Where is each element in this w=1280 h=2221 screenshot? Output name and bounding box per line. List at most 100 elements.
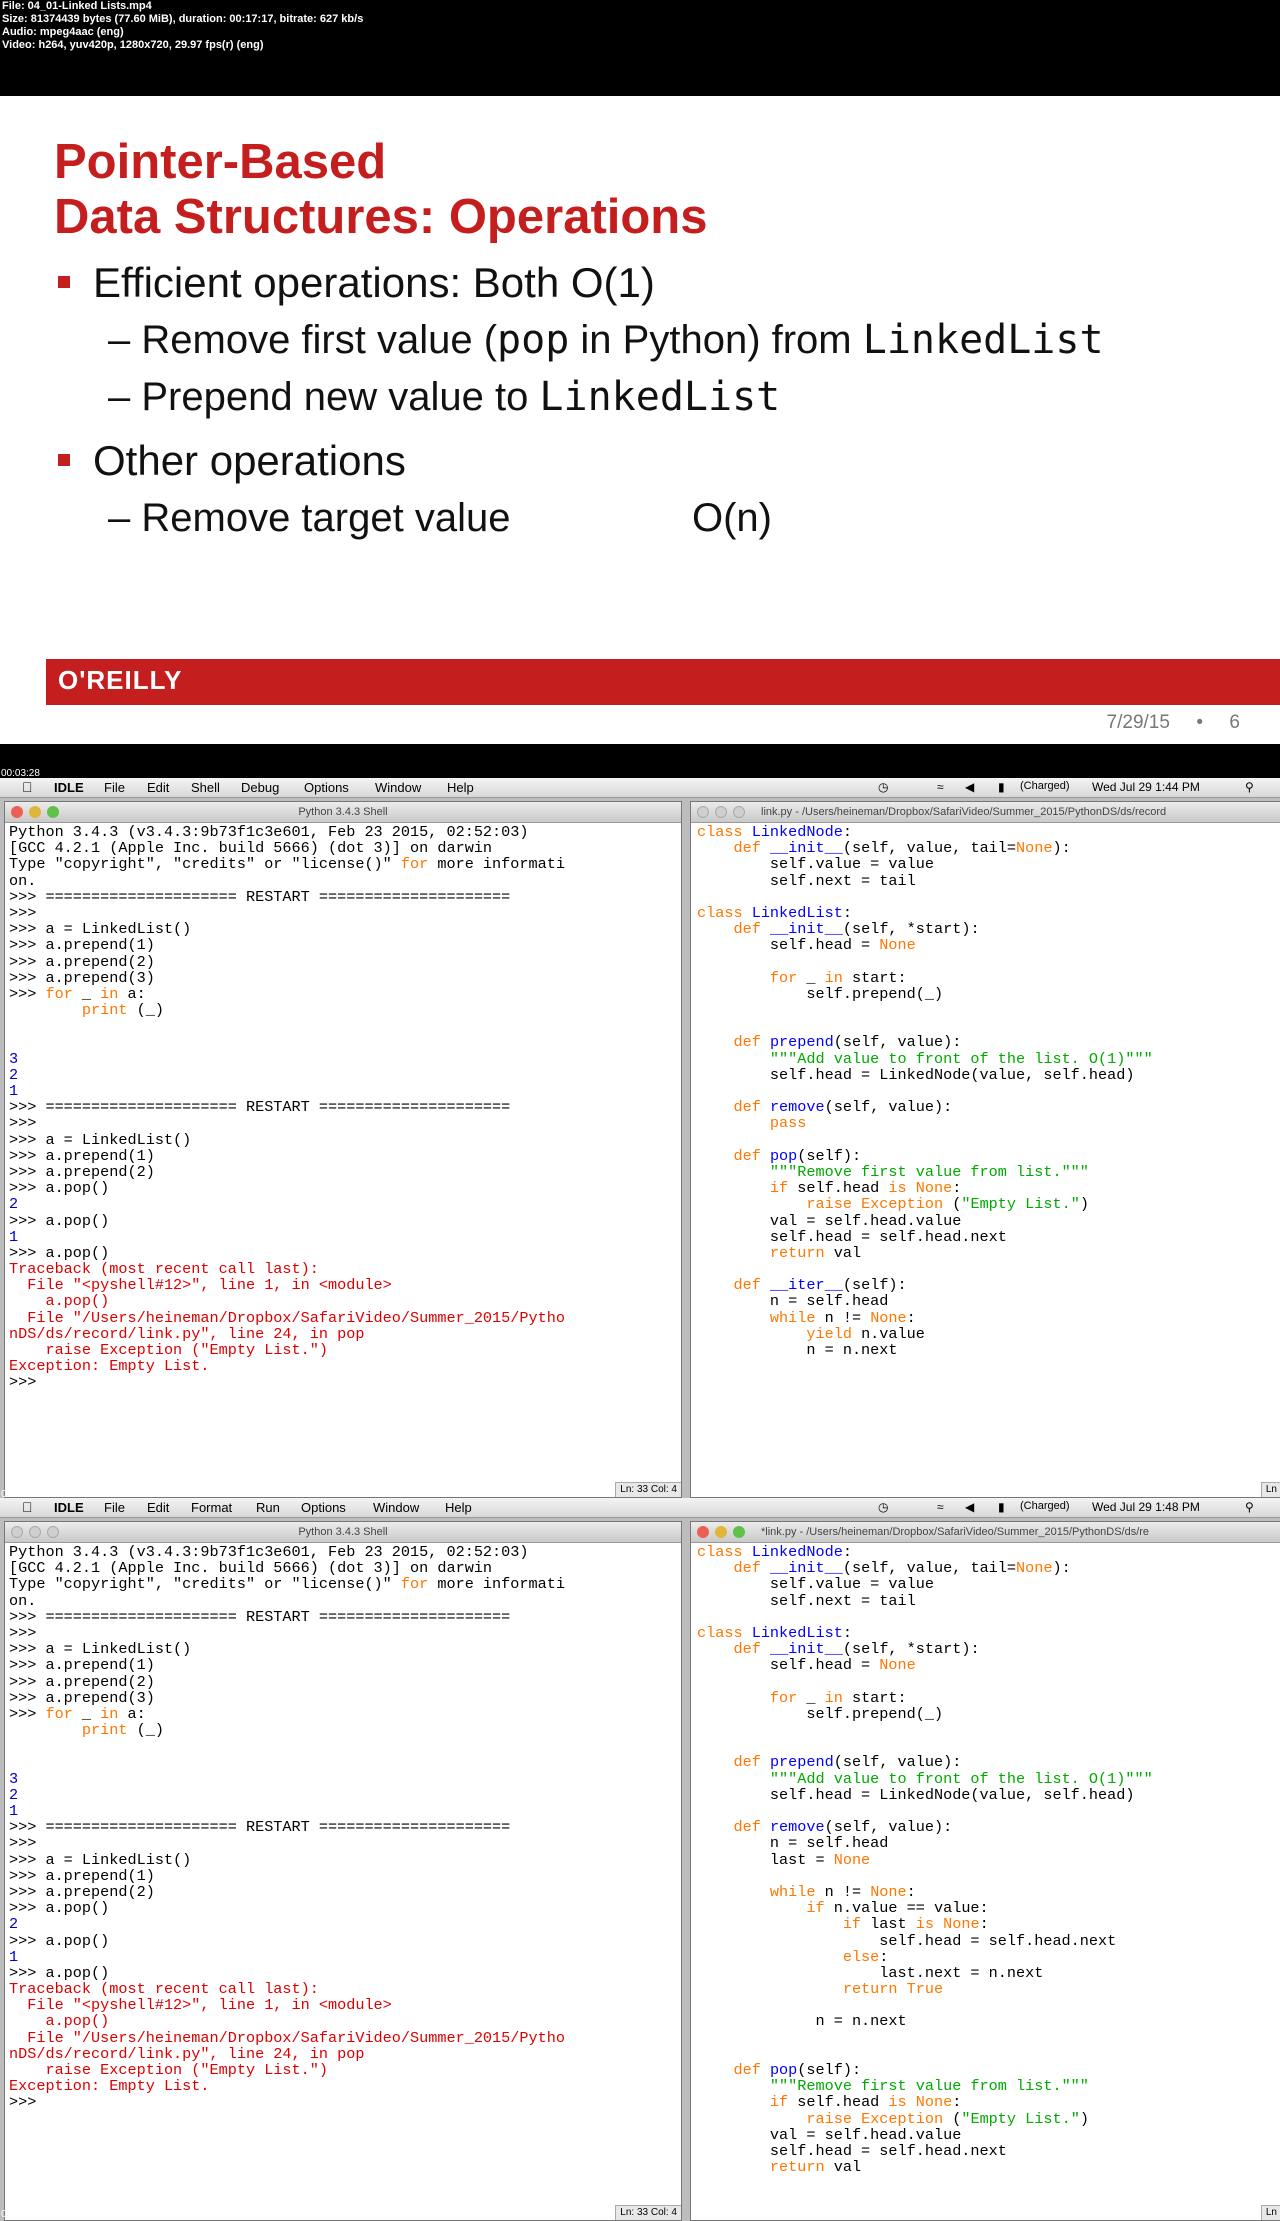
close-icon[interactable] xyxy=(11,1526,23,1538)
menubar-clock[interactable]: Wed Jul 29 1:44 PM xyxy=(1092,780,1200,794)
menu-options[interactable]: Options xyxy=(304,780,349,795)
editor-titlebar[interactable]: *link.py - /Users/heineman/Dropbox/Safar… xyxy=(691,1522,1280,1543)
code-line: >>> a.prepend(2) xyxy=(9,1672,155,1691)
menu-help[interactable]: Help xyxy=(445,1500,472,1515)
window-title: Python 3.4.3 Shell xyxy=(298,806,388,818)
code-line: >>> xyxy=(9,2093,46,2112)
zoom-icon[interactable] xyxy=(47,1526,59,1538)
battery-status[interactable]: (Charged) xyxy=(1020,780,1070,792)
zoom-icon[interactable] xyxy=(47,806,59,818)
code-line: on. xyxy=(9,1591,37,1610)
code-line: File "/Users/heineman/Dropbox/SafariVide… xyxy=(9,2028,565,2047)
spotlight-icon[interactable]: ⚲ xyxy=(1245,1500,1254,1514)
battery-status[interactable]: (Charged) xyxy=(1020,1500,1070,1512)
shell-text[interactable]: Python 3.4.3 (v3.4.3:9b73f1c3e601, Feb 2… xyxy=(9,1544,679,2111)
code-line: >>> a.prepend(1) xyxy=(9,1146,155,1165)
code-line: def remove(self, value): xyxy=(733,1098,953,1117)
code-line: if self.head is None: xyxy=(769,2093,962,2112)
code-line: Type "copyright", "credits" or "license(… xyxy=(9,855,565,874)
code-line: >>> a.pop() xyxy=(9,1963,110,1982)
code-line: >>> a.pop() xyxy=(9,1211,110,1230)
code-line: def __iter__(self): xyxy=(733,1276,907,1295)
menu-idle[interactable]: IDLE xyxy=(54,1500,84,1515)
video-timestamp: 00:13:49 xyxy=(1,2209,40,2220)
editor-text[interactable]: class LinkedNode: def __init__(self, val… xyxy=(697,824,1280,1358)
zoom-icon[interactable] xyxy=(733,1526,745,1538)
shell-window[interactable]: Python 3.4.3 Shell Python 3.4.3 (v3.4.3:… xyxy=(4,1521,682,2221)
apple-menu-icon[interactable]:  xyxy=(22,1499,33,1515)
slide-title-line2: Data Structures: Operations xyxy=(54,190,708,244)
minimize-icon[interactable] xyxy=(715,1526,727,1538)
menu-run[interactable]: Run xyxy=(256,1500,280,1515)
sub-bullet-2-1: – Remove target value xyxy=(108,493,510,543)
code-line: Type "copyright", "credits" or "license(… xyxy=(9,1575,565,1594)
battery-icon[interactable]: ▮ xyxy=(998,780,1005,794)
code-line: >>> xyxy=(9,903,46,922)
battery-icon[interactable]: ▮ xyxy=(998,1500,1005,1514)
menu-help[interactable]: Help xyxy=(447,780,474,795)
close-icon[interactable] xyxy=(697,1526,709,1538)
menu-shell[interactable]: Shell xyxy=(191,780,220,795)
editor-titlebar[interactable]: link.py - /Users/heineman/Dropbox/Safari… xyxy=(691,802,1280,823)
shell-text[interactable]: Python 3.4.3 (v3.4.3:9b73f1c3e601, Feb 2… xyxy=(9,824,679,1391)
bullet-1: Efficient operations: Both O(1) xyxy=(93,259,655,306)
code-line: 2 xyxy=(9,1065,19,1084)
apple-menu-icon[interactable]:  xyxy=(22,779,33,795)
oreilly-logo: O'REILLY xyxy=(58,665,183,695)
menu-debug[interactable]: Debug xyxy=(241,780,279,795)
code-line: [GCC 4.2.1 (Apple Inc. build 5666) (dot … xyxy=(9,1559,493,1578)
code-line: class LinkedList: xyxy=(697,903,852,922)
shell-window[interactable]: Python 3.4.3 Shell Python 3.4.3 (v3.4.3:… xyxy=(4,801,682,1498)
menu-file[interactable]: File xyxy=(104,1500,125,1515)
code-line: if self.head is None: xyxy=(769,1179,962,1198)
code-line: 1 xyxy=(9,1227,19,1246)
menu-file[interactable]: File xyxy=(104,780,125,795)
zoom-icon[interactable] xyxy=(733,806,745,818)
code-line: >>> a.prepend(1) xyxy=(9,936,155,955)
shell-titlebar[interactable]: Python 3.4.3 Shell xyxy=(5,1522,681,1543)
close-icon[interactable] xyxy=(11,806,23,818)
code-line: nDS/ds/record/link.py", line 24, in pop xyxy=(9,1324,365,1343)
editor-window[interactable]: link.py - /Users/heineman/Dropbox/Safari… xyxy=(690,801,1280,1498)
code-line: File "/Users/heineman/Dropbox/SafariVide… xyxy=(9,1308,565,1327)
menu-window[interactable]: Window xyxy=(373,1500,419,1515)
code-line: >>> a.prepend(1) xyxy=(9,1866,155,1885)
dash: – xyxy=(108,375,131,419)
spotlight-icon[interactable]: ⚲ xyxy=(1245,780,1254,794)
close-icon[interactable] xyxy=(697,806,709,818)
code-line: def prepend(self, value): xyxy=(733,1753,962,1772)
editor-window[interactable]: *link.py - /Users/heineman/Dropbox/Safar… xyxy=(690,1521,1280,2221)
code-line: File "<pyshell#12>", line 1, in <module> xyxy=(9,1276,392,1295)
minimize-icon[interactable] xyxy=(29,1526,41,1538)
code-line: class LinkedList: xyxy=(697,1623,852,1642)
minimize-icon[interactable] xyxy=(715,806,727,818)
code-line: Traceback (most recent call last): xyxy=(9,1980,319,1999)
code-line: >>> a = LinkedList() xyxy=(9,920,192,939)
time-machine-icon[interactable]: ◷ xyxy=(878,780,888,794)
code-line: 2 xyxy=(9,1785,19,1804)
code-line: 2 xyxy=(9,1195,19,1214)
menu-options[interactable]: Options xyxy=(301,1500,346,1515)
menu-idle[interactable]: IDLE xyxy=(54,780,84,795)
menu-format[interactable]: Format xyxy=(191,1500,232,1515)
menu-edit[interactable]: Edit xyxy=(147,780,169,795)
menubar-clock[interactable]: Wed Jul 29 1:48 PM xyxy=(1092,1500,1200,1514)
time-machine-icon[interactable]: ◷ xyxy=(878,1500,888,1514)
minimize-icon[interactable] xyxy=(29,806,41,818)
menu-window[interactable]: Window xyxy=(375,780,421,795)
code-line: raise Exception ("Empty List.") xyxy=(9,2061,328,2079)
editor-text[interactable]: class LinkedNode: def __init__(self, val… xyxy=(697,1544,1280,2176)
volume-icon[interactable]: ◀ xyxy=(965,1500,974,1514)
wifi-icon[interactable]: ≈ xyxy=(937,1500,944,1514)
wifi-icon[interactable]: ≈ xyxy=(937,780,944,794)
shell-titlebar[interactable]: Python 3.4.3 Shell xyxy=(5,802,681,823)
menu-edit[interactable]: Edit xyxy=(147,1500,169,1515)
volume-icon[interactable]: ◀ xyxy=(965,780,974,794)
